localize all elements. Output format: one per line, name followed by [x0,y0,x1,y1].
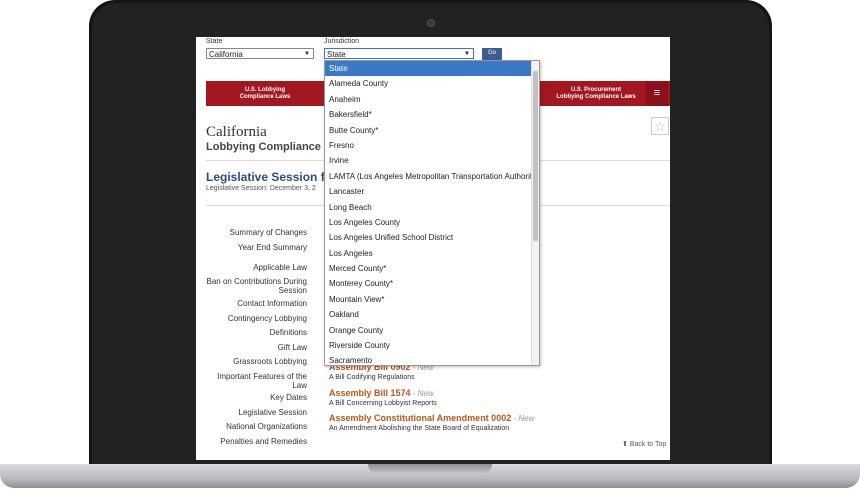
webcam-icon [427,19,435,27]
dropdown-option[interactable]: Merced County* [325,261,539,276]
dropdown-option[interactable]: Alameda County [325,76,539,91]
menu-icon[interactable]: ≡ [646,81,668,106]
dropdown-option[interactable]: Butte County* [325,123,539,138]
jurisdiction-label: Jurisdiction [324,38,360,45]
nav-gift-law[interactable]: Gift Law [206,343,307,352]
nav-definitions[interactable]: Definitions [206,328,307,337]
dropdown-option[interactable]: State [325,61,539,77]
jurisdiction-select[interactable]: State ▼ [324,48,474,59]
dropdown-option[interactable]: Irvine [325,153,539,168]
bill-title: Assembly Bill 1574 [329,388,411,398]
dropdown-option[interactable]: Long Beach [325,200,539,215]
us-procurement-line2: Lobbying Compliance Laws [556,94,636,100]
nav-grassroots-lobbying[interactable]: Grassroots Lobbying [206,357,307,366]
bill-description: A Bill Concerning Lobbyist Reports [329,400,437,407]
us-procurement-line1: U.S. Procurement [570,87,622,93]
star-icon[interactable]: ☆ [651,117,669,135]
nav-penalties-and-remedies[interactable]: Penalties and Remedies [206,437,307,446]
dropdown-scrollbar[interactable] [531,61,539,365]
dropdown-option[interactable]: LAMTA (Los Angeles Metropolitan Transpor… [325,169,539,184]
bill-title: Assembly Constitutional Amendment 0002 [329,413,512,423]
browser-screen: State California ▼ Jurisdiction State ▼ … [196,37,670,460]
nav-year-end-summary[interactable]: Year End Summary [206,243,307,252]
dropdown-option[interactable]: Mountain View* [325,292,539,307]
dropdown-option[interactable]: Riverside County [325,338,539,353]
session-label: Legislative Session: [206,185,268,192]
dropdown-option[interactable]: Los Angeles [325,246,539,261]
dropdown-option[interactable]: Orange County [325,323,539,338]
go-button[interactable]: Go [482,48,502,60]
us-procurement-link[interactable]: U.S. Procurement Lobbying Compliance Law… [541,87,651,101]
chevron-down-icon: ▼ [304,51,310,57]
dropdown-option[interactable]: Sacramento [325,353,539,365]
nav-legislative-session[interactable]: Legislative Session [206,408,307,417]
bill-description: An Amendment Abolishing the State Board … [329,425,510,432]
dropdown-option[interactable]: Monterey County* [325,276,539,291]
state-label: State [206,38,223,45]
state-select[interactable]: California ▼ [206,48,314,59]
nav-ban-on-contributions[interactable]: Ban on Contributions During Session [206,277,307,295]
back-to-top-link[interactable]: ⬆ Back to Top [622,440,666,448]
session-value: December 3, 2 [269,185,316,192]
dropdown-option[interactable]: Oakland [325,307,539,322]
page-title: California [206,124,267,140]
us-lobbying-line2: Compliance Laws [239,94,291,100]
nav-important-features[interactable]: Important Features of the Law [206,372,307,390]
dropdown-option[interactable]: Anaheim [325,92,539,107]
dropdown-option[interactable]: Fresno [325,138,539,153]
nav-key-dates[interactable]: Key Dates [206,393,307,402]
dropdown-option[interactable]: Los Angeles County [325,215,539,230]
scrollbar-thumb[interactable] [533,71,538,241]
dropdown-option[interactable]: Lancaster [325,184,539,199]
us-lobbying-line1: U.S. Lobbying [244,87,286,93]
laptop-notch [368,464,492,474]
nav-summary-of-changes[interactable]: Summary of Changes [206,228,307,237]
bill-description: A Bill Codifying Regulations [329,374,415,381]
nav-contact-information[interactable]: Contact Information [206,299,307,308]
nav-applicable-law[interactable]: Applicable Law [206,263,307,272]
bill-new-tag: - New [410,389,434,398]
nav-contingency-lobbying[interactable]: Contingency Lobbying [206,314,307,323]
chevron-down-icon: ▼ [464,51,470,57]
nav-national-organizations[interactable]: National Organizations [206,422,307,431]
bill-link[interactable]: Assembly Bill 1574 - New [329,388,434,398]
bill-new-tag: - New [511,414,535,423]
jurisdiction-dropdown-list: State Alameda County Anaheim Bakersfield… [324,60,540,366]
dropdown-option[interactable]: Los Angeles Unified School District [325,230,539,245]
jurisdiction-select-value: State [327,50,346,59]
bill-link[interactable]: Assembly Constitutional Amendment 0002 -… [329,413,534,423]
dropdown-option[interactable]: Bakersfield* [325,107,539,122]
us-lobbying-link[interactable]: U.S. Lobbying Compliance Laws [206,87,324,101]
state-select-value: California [209,50,243,59]
